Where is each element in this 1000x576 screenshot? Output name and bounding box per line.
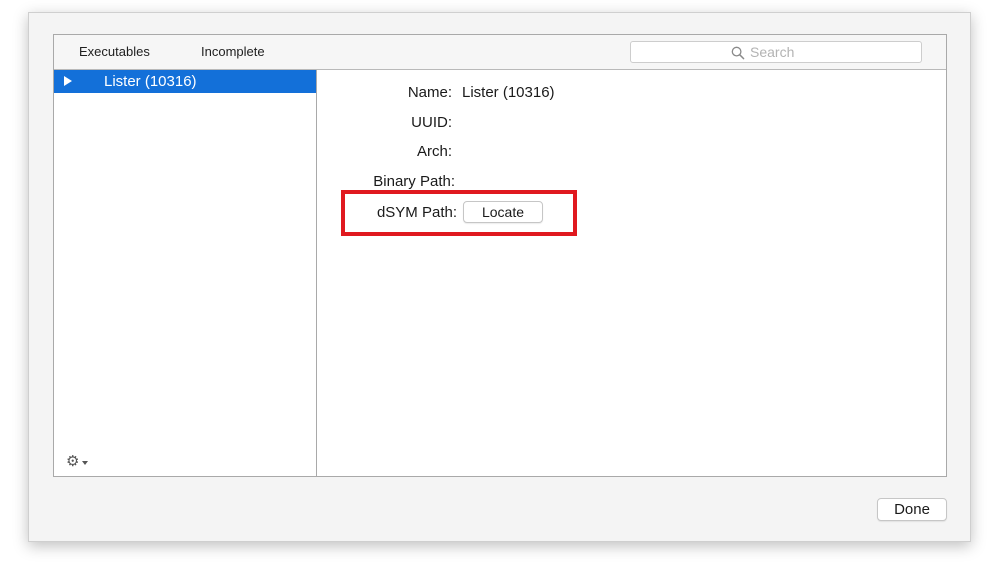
- gear-icon[interactable]: ⚙: [66, 454, 79, 470]
- chevron-down-icon[interactable]: [82, 461, 88, 465]
- uuid-label: UUID:: [411, 114, 452, 131]
- highlight-box: [341, 190, 577, 236]
- dialog-window: Executables Incomplete Lister (10316) ⚙ …: [28, 12, 971, 542]
- search-input[interactable]: [750, 43, 910, 61]
- name-value: Lister (10316): [462, 84, 555, 101]
- detail-pane: Name: Lister (10316) UUID: Arch: Binary …: [318, 70, 946, 476]
- disclosure-triangle-icon[interactable]: [64, 76, 72, 86]
- search-field[interactable]: [630, 41, 922, 63]
- toolbar: Executables Incomplete: [54, 35, 946, 70]
- tab-executables[interactable]: Executables: [79, 44, 150, 59]
- name-label: Name:: [407, 84, 452, 101]
- sidebar-item-label: Lister (10316): [104, 73, 197, 90]
- done-button[interactable]: Done: [877, 498, 947, 521]
- executables-panel: Executables Incomplete Lister (10316) ⚙ …: [53, 34, 947, 477]
- tab-incomplete[interactable]: Incomplete: [201, 44, 265, 59]
- sidebar: Lister (10316) ⚙: [54, 70, 317, 476]
- search-icon: [731, 46, 745, 60]
- arch-label: Arch:: [416, 143, 452, 160]
- sidebar-item-lister[interactable]: Lister (10316): [54, 70, 316, 93]
- binary-path-label: Binary Path:: [373, 173, 455, 190]
